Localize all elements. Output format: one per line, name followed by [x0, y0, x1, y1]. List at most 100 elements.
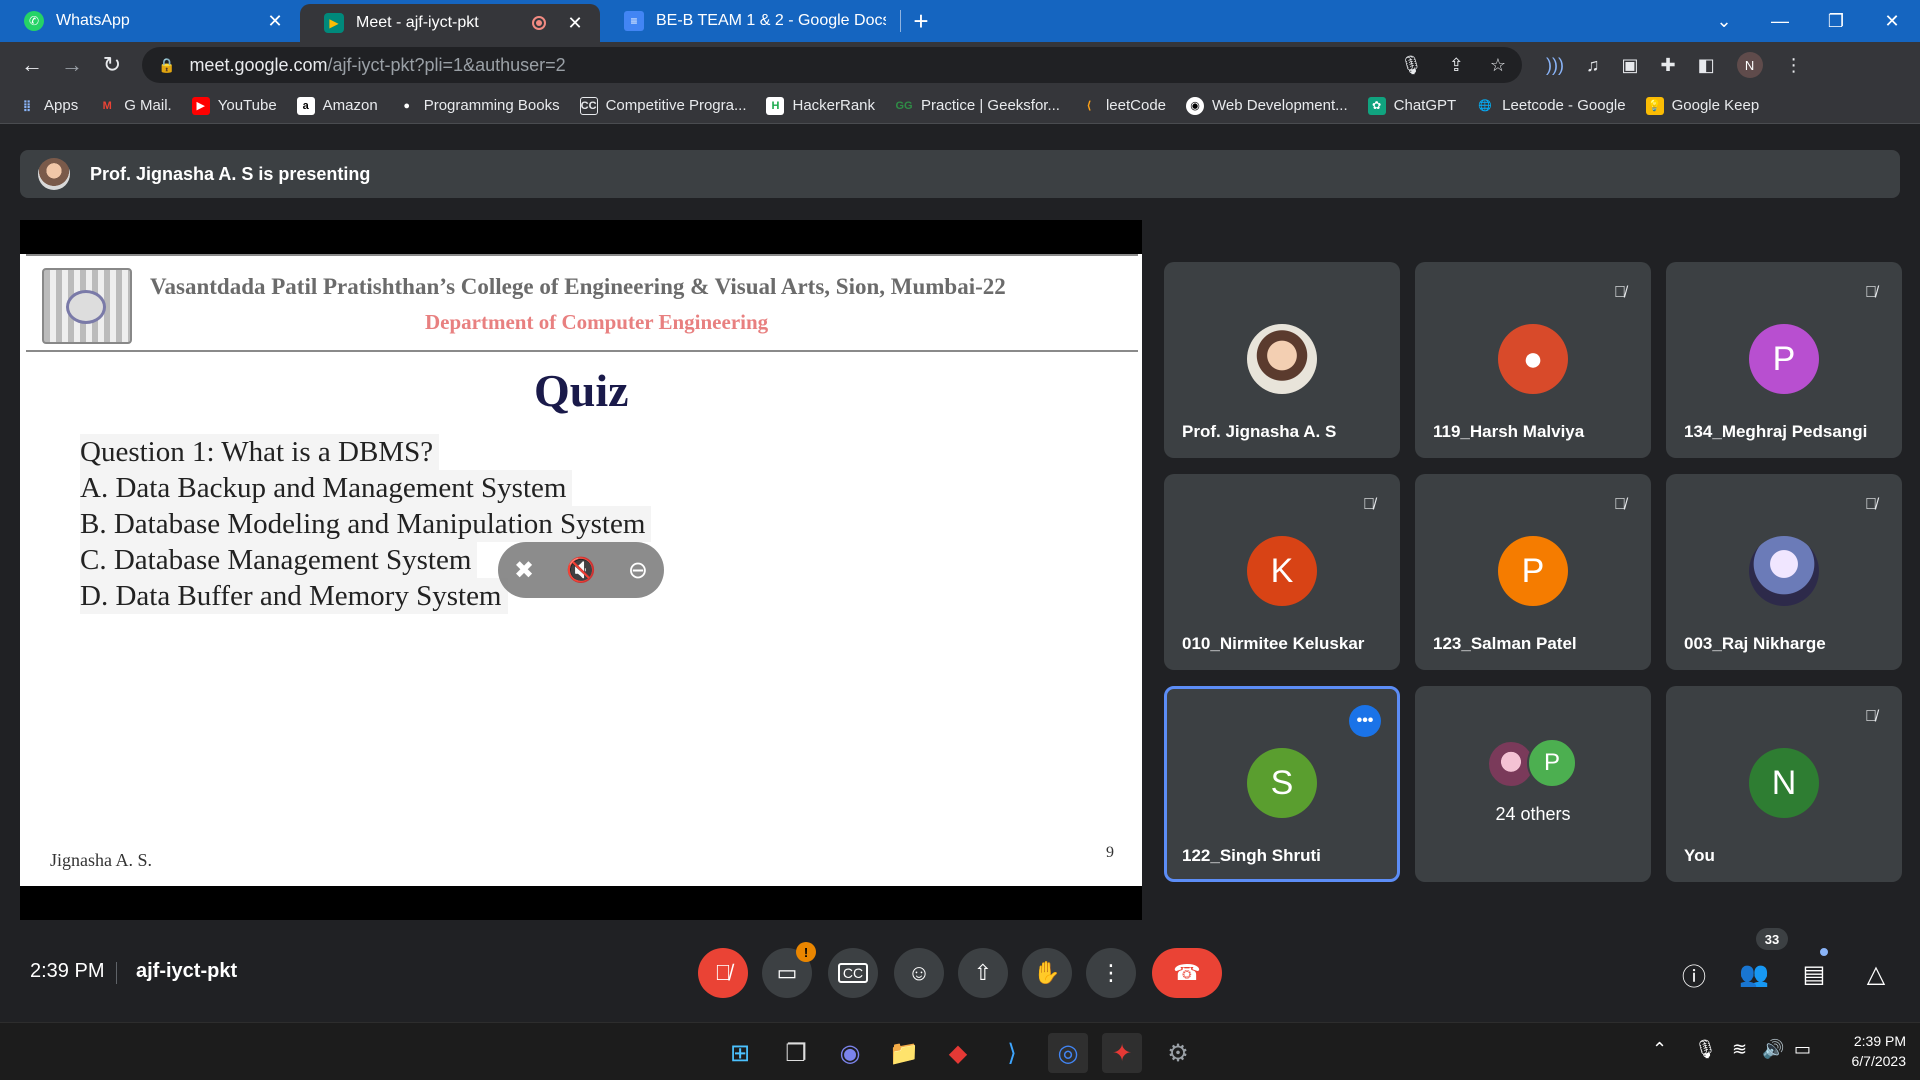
bookmark-leetcode-google[interactable]: 🌐 Leetcode - Google [1476, 97, 1625, 115]
chrome-icon[interactable]: ◎ [1048, 1033, 1088, 1073]
side-panel-icon[interactable]: ◧ [1698, 55, 1715, 76]
close-tab-icon[interactable]: ✕ [264, 10, 286, 32]
people-button[interactable]: 👥 [1734, 954, 1774, 994]
address-bar[interactable]: 🔒 meet.google.com/ajf-iyct-pkt?pli=1&aut… [142, 47, 1522, 83]
minimize-button[interactable]: — [1752, 0, 1808, 42]
menu-kebab-icon[interactable]: ⋮ [1785, 55, 1803, 76]
url-path: /ajf-iyct-pkt?pli=1&authuser=2 [327, 54, 566, 75]
back-button[interactable]: ← [12, 47, 52, 83]
media-control-icon[interactable]: ♫ [1586, 55, 1600, 76]
participant-tile[interactable]: 🎙̸ P 134_Meghraj Pedsangi [1666, 262, 1902, 458]
participant-name: You [1684, 846, 1715, 865]
tray-microphone-icon[interactable]: 🎙 [1694, 1039, 1717, 1060]
extensions-puzzle-icon[interactable]: ✚ [1661, 55, 1676, 76]
file-explorer-icon[interactable]: 📁 [884, 1033, 924, 1073]
chat-notification-dot [1818, 946, 1830, 958]
bookmark-competitive-programming[interactable]: CC Competitive Progra... [579, 96, 746, 115]
bookmark-hackerrank[interactable]: H HackerRank [766, 96, 875, 115]
tab-whatsapp[interactable]: ✆ WhatsApp ✕ [0, 0, 300, 42]
wifi-icon[interactable]: ≋ [1732, 1039, 1747, 1060]
geeksforgeeks-icon: GG [895, 99, 913, 112]
others-tile[interactable]: P 24 others [1415, 686, 1651, 882]
participant-tile[interactable]: 🎙̸ ● 119_Harsh Malviya [1415, 262, 1651, 458]
teams-chat-icon[interactable]: ◉ [830, 1033, 870, 1073]
mute-presentation-icon[interactable]: 🔇 [566, 556, 596, 585]
presenting-banner: Prof. Jignasha A. S is presenting [20, 150, 1900, 198]
bookmark-youtube[interactable]: ▶ YouTube [191, 96, 277, 115]
participant-tile-selected[interactable]: ••• S 122_Singh Shruti [1164, 686, 1400, 882]
picture-in-picture-icon[interactable]: ▣ [1621, 55, 1638, 76]
people-icon: 👥 [1739, 960, 1769, 988]
cast-icon[interactable]: ))) [1546, 55, 1564, 76]
red-app-icon[interactable]: ✦ [1102, 1033, 1142, 1073]
globe-icon: 🌐 [1478, 100, 1493, 112]
more-options-button[interactable]: ⋮ [1086, 948, 1136, 998]
system-clock[interactable]: 2:39 PM 6/7/2023 [1836, 1031, 1907, 1071]
battery-icon[interactable]: ▭ [1794, 1039, 1811, 1060]
mic-toggle-button[interactable]: 🎙̸ [698, 948, 748, 998]
chat-button[interactable]: ▤ [1794, 954, 1834, 994]
meeting-code: ajf-iyct-pkt [136, 960, 238, 982]
forward-button[interactable]: → [52, 47, 92, 83]
more-options-icon[interactable]: ••• [1349, 705, 1381, 737]
microphone-icon[interactable]: 🎙 [1400, 55, 1423, 76]
new-tab-button[interactable]: + [901, 0, 941, 42]
restore-button[interactable]: ❐ [1808, 0, 1864, 42]
presentation-stage[interactable]: Vasantdada Patil Pratishthan’s College o… [20, 220, 1142, 920]
task-view-icon[interactable]: ❐ [776, 1033, 816, 1073]
participant-initial-avatar: P [1749, 324, 1819, 394]
vscode-icon[interactable]: ⟩ [992, 1033, 1032, 1073]
captions-button[interactable]: CC [828, 948, 878, 998]
participant-photo [1247, 324, 1317, 394]
participant-tile[interactable]: Prof. Jignasha A. S [1164, 262, 1400, 458]
bookmark-chatgpt[interactable]: ✿ ChatGPT [1367, 96, 1456, 115]
bookmark-apps[interactable]: ⣿ Apps [18, 97, 79, 115]
participant-tile[interactable]: 🎙̸ K 010_Nirmitee Keluskar [1164, 474, 1400, 670]
participant-tile[interactable]: 🎙̸ 003_Raj Nikharge [1666, 474, 1902, 670]
lock-icon[interactable]: 🔒 [158, 57, 175, 74]
meeting-time: 2:39 PM [30, 960, 105, 982]
bookmark-label: Apps [44, 97, 79, 114]
present-now-button[interactable]: ⇧ [958, 948, 1008, 998]
participant-tile[interactable]: 🎙̸ P 123_Salman Patel [1415, 474, 1651, 670]
github-icon: ● [403, 99, 411, 112]
participant-name: 003_Raj Nikharge [1684, 634, 1826, 653]
bookmark-gmail[interactable]: M G Mail. [98, 97, 172, 115]
tray-overflow-icon[interactable]: ⌃ [1652, 1039, 1667, 1060]
profile-avatar[interactable]: N [1736, 52, 1763, 78]
reload-button[interactable]: ↻ [92, 47, 132, 83]
bookmark-programming-books[interactable]: ● Programming Books [398, 97, 559, 115]
bookmark-google-keep[interactable]: 💡 Google Keep [1645, 96, 1759, 115]
share-icon[interactable]: ⇪ [1449, 55, 1464, 76]
mic-off-icon: 🎙̸ [1865, 284, 1877, 301]
volume-icon[interactable]: 🔊 [1762, 1039, 1784, 1060]
bookmark-geeksforgeeks[interactable]: GG Practice | Geeksfor... [895, 97, 1060, 115]
remove-icon[interactable]: ⊖ [628, 556, 648, 585]
unpin-icon[interactable]: ✖ [514, 556, 534, 585]
windows-start-icon[interactable]: ⊞ [720, 1033, 760, 1073]
camera-toggle-button[interactable]: ▭! [762, 942, 816, 998]
mic-off-icon: 🎙̸ [1614, 496, 1626, 513]
bookmark-star-icon[interactable]: ☆ [1490, 55, 1506, 76]
bookmarks-bar: ⣿ Apps M G Mail. ▶ YouTube a Amazon ● Program… [0, 88, 1920, 124]
self-tile[interactable]: 🎙̸ N You [1666, 686, 1902, 882]
app-icon[interactable]: ◆ [938, 1033, 978, 1073]
bookmark-amazon[interactable]: a Amazon [296, 96, 378, 115]
activities-button[interactable]: △ [1856, 954, 1896, 994]
tab-meet[interactable]: ▶ Meet - ajf-iyct-pkt ✕ [300, 4, 600, 42]
close-tab-icon[interactable]: ✕ [564, 12, 586, 34]
others-count-label: 24 others [1495, 804, 1571, 824]
slide-author: Jignasha A. S. [50, 850, 153, 870]
settings-gear-icon[interactable]: ⚙ [1158, 1033, 1198, 1073]
bookmark-leetcode[interactable]: ⟨ leetCode [1080, 97, 1166, 115]
leave-call-button[interactable]: ☎ [1152, 948, 1222, 998]
mic-off-icon: 🎙̸ [714, 960, 732, 985]
tab-google-docs[interactable]: ≡ BE-B TEAM 1 & 2 - Google Docs [600, 0, 900, 42]
meeting-details-button[interactable]: ⓘ [1674, 954, 1714, 994]
chat-icon: ▤ [1802, 960, 1826, 988]
tab-search-icon[interactable]: ⌄ [1696, 0, 1752, 42]
raise-hand-button[interactable]: ✋ [1022, 948, 1072, 998]
reactions-button[interactable]: ☺ [894, 948, 944, 998]
close-window-button[interactable]: ✕ [1864, 0, 1920, 42]
bookmark-web-development[interactable]: ◉ Web Development... [1186, 96, 1348, 115]
